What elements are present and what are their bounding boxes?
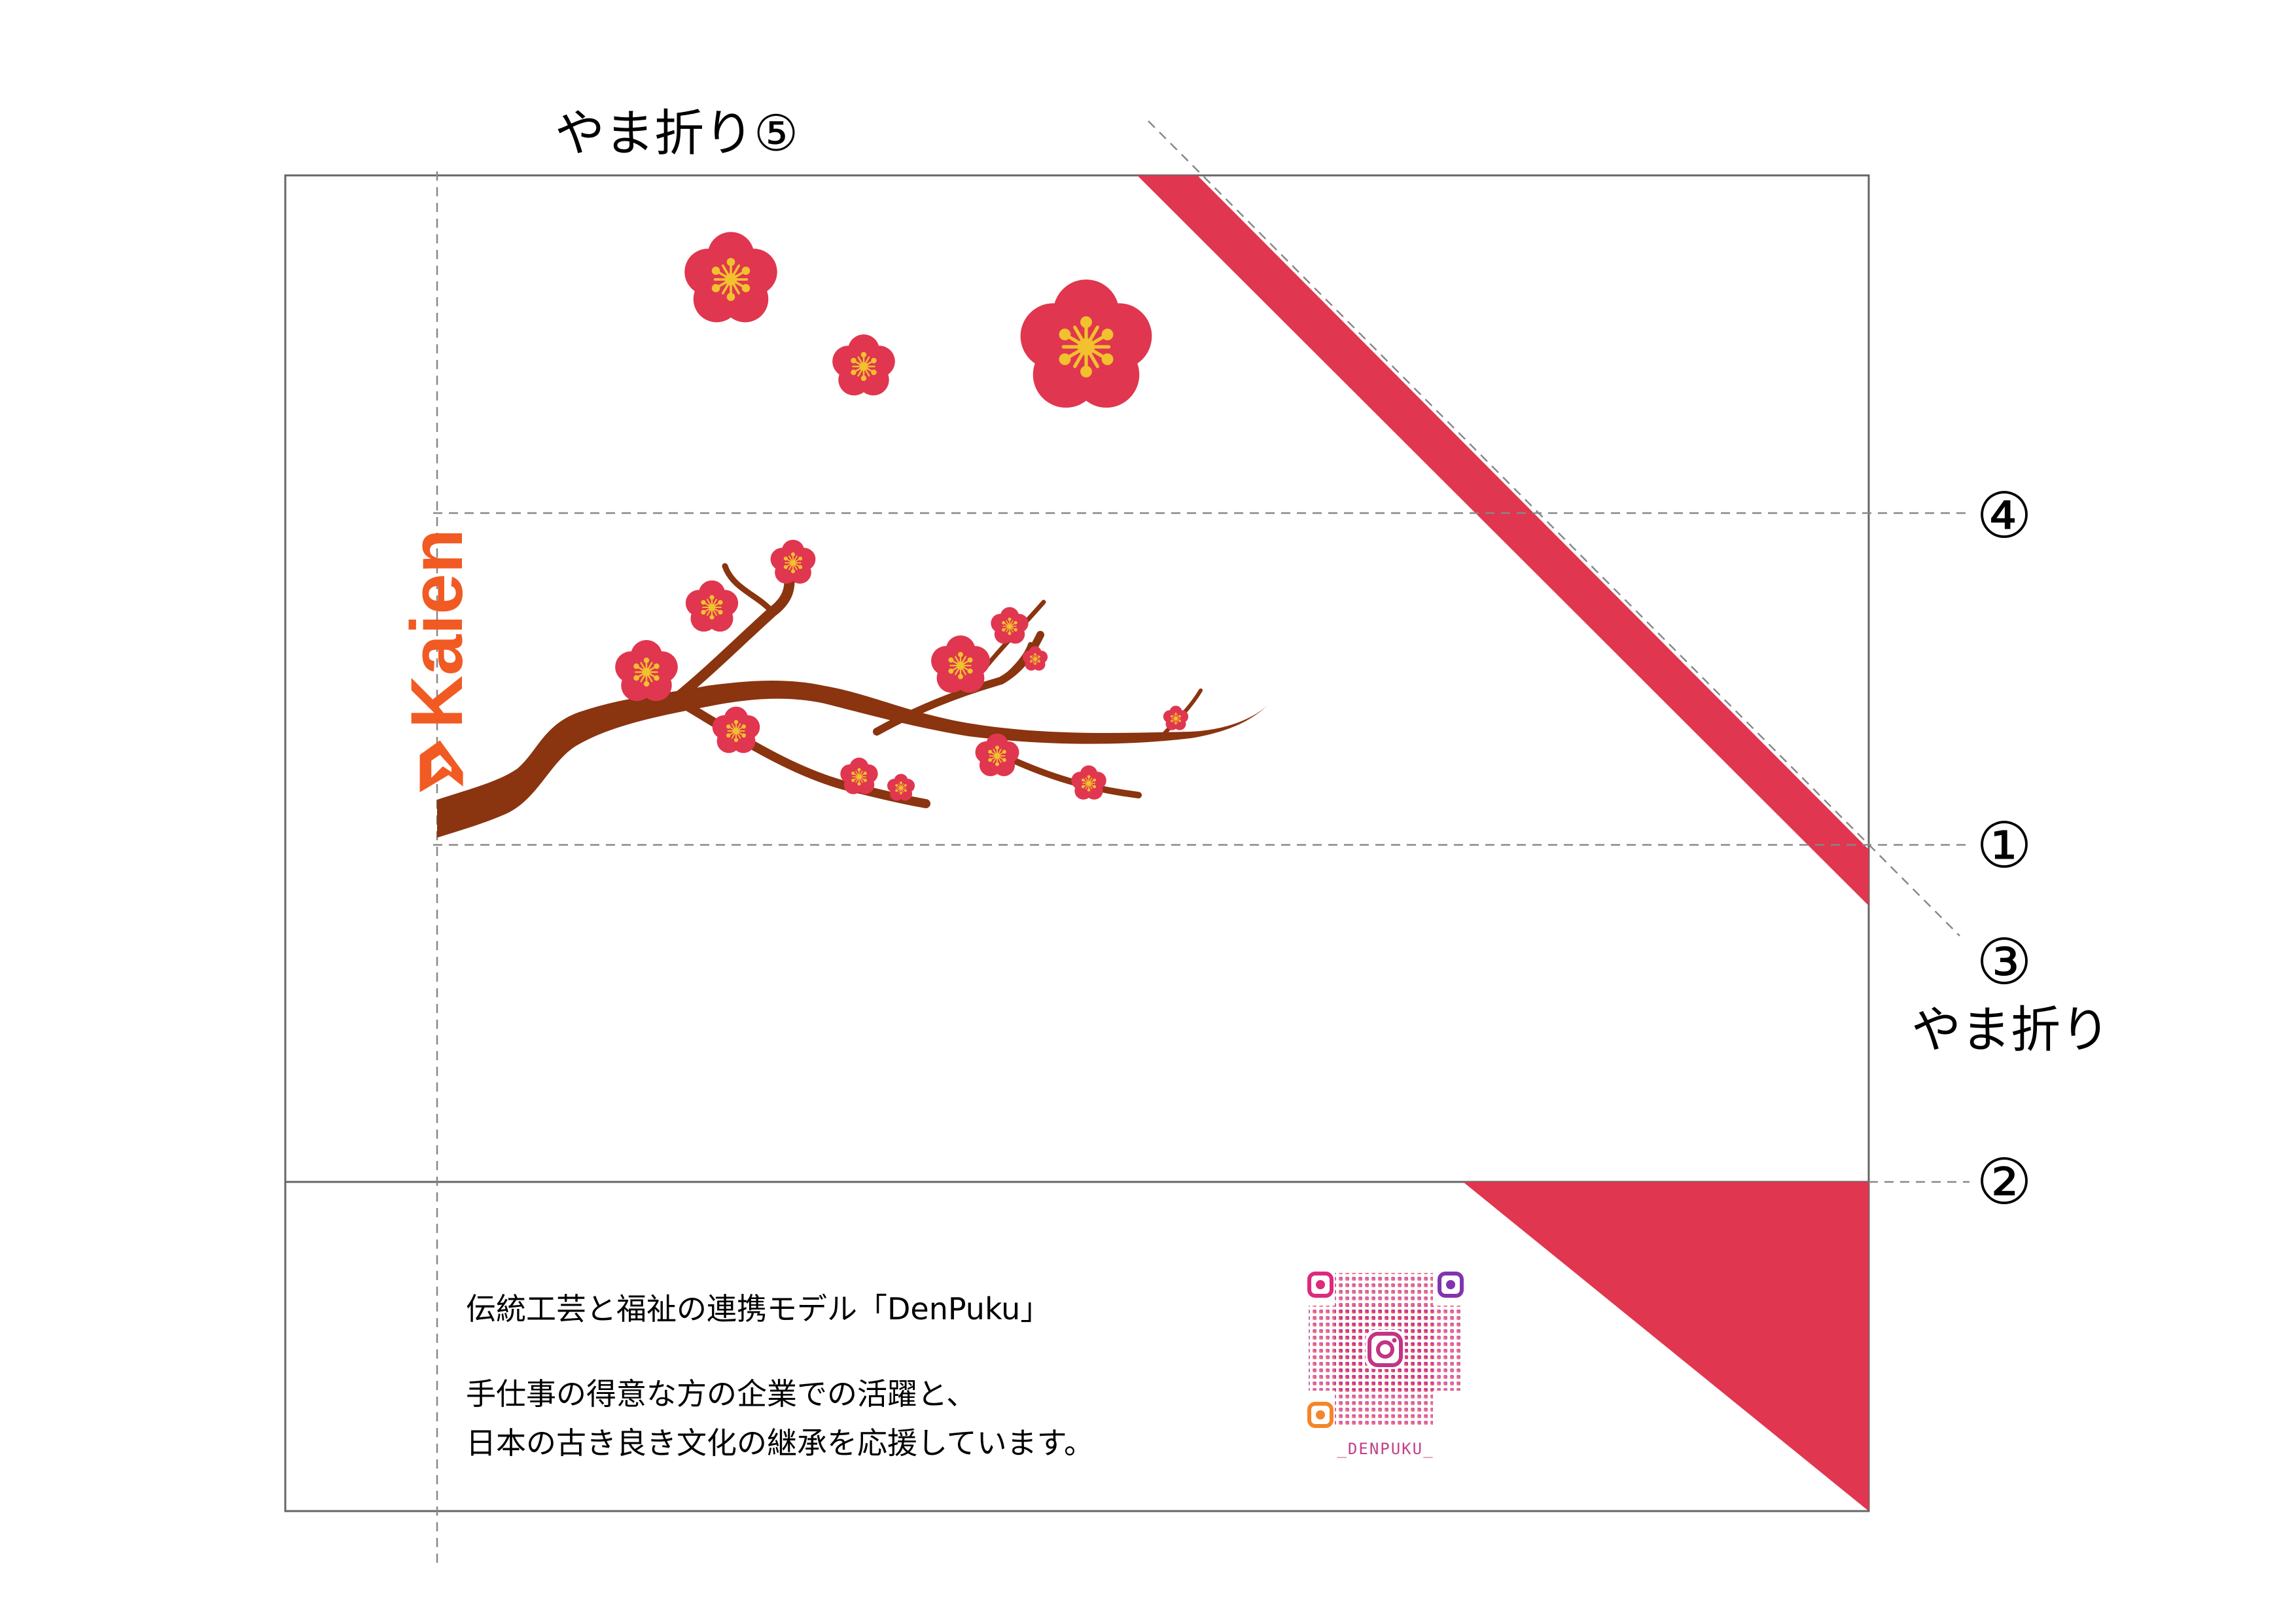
kaien-logo-text: Kaien bbox=[396, 529, 478, 728]
plum-blossom-icon bbox=[832, 334, 895, 396]
top-blossoms bbox=[684, 232, 1152, 408]
fold-label-top: やま折り⑤ bbox=[555, 104, 799, 162]
marker-1: ① bbox=[1976, 809, 2033, 882]
message-line-1: 伝統工芸と福祉の連携モデル「DenPuku」 bbox=[466, 1291, 1051, 1327]
red-diagonal-band bbox=[1137, 175, 1869, 906]
plum-blossom-icon bbox=[991, 607, 1029, 644]
plum-blossom-icon bbox=[887, 774, 915, 801]
message-line-2: 手仕事の得意な方の企業での活躍と、 bbox=[466, 1376, 977, 1412]
plum-blossom-icon bbox=[615, 640, 678, 702]
guide-diagonal-3 bbox=[1148, 120, 1960, 936]
marker-2: ② bbox=[1976, 1145, 2033, 1219]
plum-blossom-icon bbox=[840, 757, 878, 794]
plum-blossom-icon bbox=[770, 539, 816, 584]
plum-blossom-icon bbox=[684, 232, 777, 323]
fold-label-right: やま折り bbox=[1911, 1001, 2110, 1059]
message-line-3: 日本の古き良き文化の継承を応援しています。 bbox=[466, 1425, 1095, 1461]
wrapper-template bbox=[284, 120, 1969, 1564]
branch-icon bbox=[437, 558, 1269, 838]
qr-label: _DENPUKU_ bbox=[1337, 1440, 1434, 1458]
marker-3: ③ bbox=[1976, 925, 2033, 999]
qr-code bbox=[1305, 1270, 1466, 1430]
red-corner-triangle bbox=[1463, 1182, 1869, 1511]
plum-blossom-icon bbox=[931, 635, 990, 693]
plum-blossom-icon bbox=[1020, 279, 1152, 408]
plum-blossom-icon bbox=[712, 706, 760, 753]
marker-4: ④ bbox=[1976, 479, 2033, 552]
kaien-logo-icon bbox=[419, 740, 463, 793]
plum-blossom-icon bbox=[1071, 765, 1106, 800]
plum-blossom-icon bbox=[685, 580, 739, 632]
kaien-logo: Kaien bbox=[396, 529, 478, 795]
